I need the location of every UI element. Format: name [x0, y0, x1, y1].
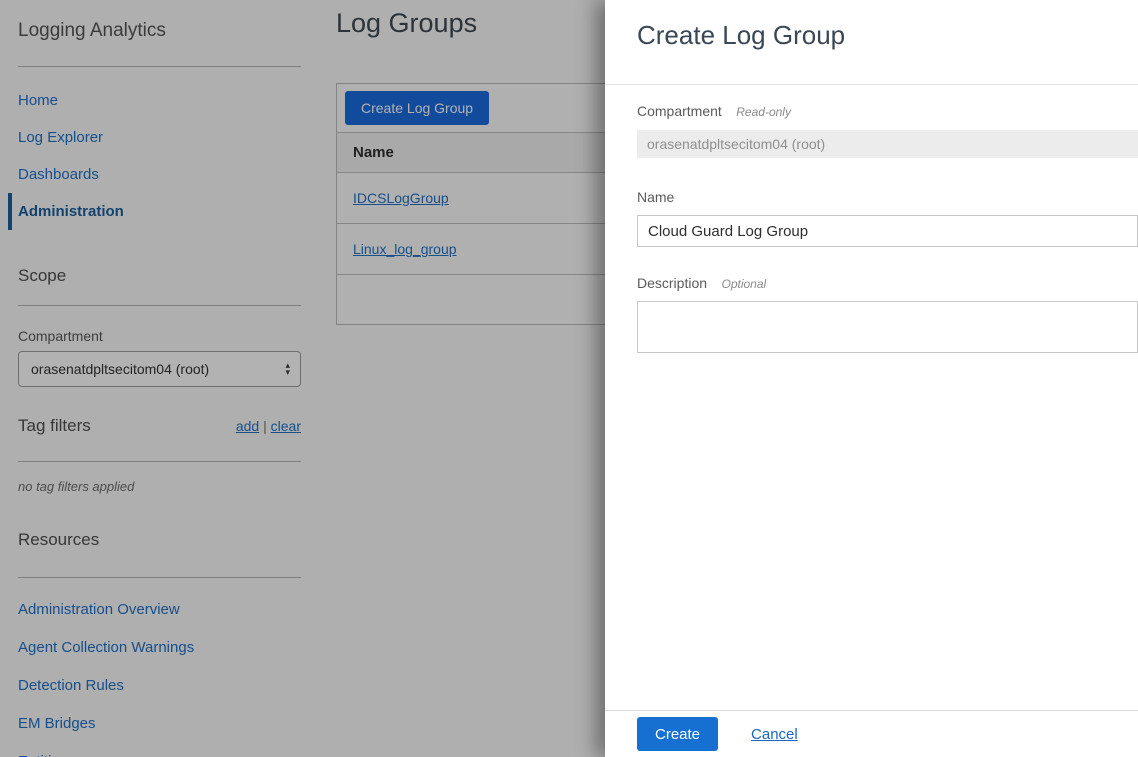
compartment-select-value: orasenatdpltsecitom04 (root) — [31, 361, 285, 377]
name-input[interactable] — [637, 215, 1138, 247]
cancel-link[interactable]: Cancel — [751, 726, 798, 743]
panel-title: Create Log Group — [637, 20, 845, 51]
sidebar-item-administration[interactable]: Administration — [8, 193, 308, 230]
create-log-group-panel: Create Log Group Compartment Read-only o… — [605, 0, 1138, 757]
divider — [18, 305, 301, 306]
compartment-label: Compartment — [18, 328, 103, 344]
resource-link-entities[interactable]: Entities — [18, 743, 194, 757]
resource-link-em-bridges[interactable]: EM Bridges — [18, 705, 194, 743]
sidebar: Logging Analytics Home Log Explorer Dash… — [0, 0, 320, 757]
resources-list: Administration Overview Agent Collection… — [18, 591, 194, 757]
tag-filters-empty-text: no tag filters applied — [18, 479, 134, 494]
tag-filters-clear-link[interactable]: clear — [271, 418, 301, 434]
name-field-label: Name — [637, 189, 674, 205]
log-group-link-idcs[interactable]: IDCSLogGroup — [353, 190, 449, 206]
create-button[interactable]: Create — [637, 717, 718, 751]
tag-filters-add-link[interactable]: add — [236, 418, 259, 434]
resource-link-agent-collection-warnings[interactable]: Agent Collection Warnings — [18, 629, 194, 667]
sidebar-item-log-explorer[interactable]: Log Explorer — [8, 119, 308, 156]
sidebar-item-home[interactable]: Home — [8, 82, 308, 119]
page-title: Log Groups — [336, 8, 477, 39]
compartment-select[interactable]: orasenatdpltsecitom04 (root) ▴▾ — [18, 351, 301, 387]
create-log-group-button[interactable]: Create Log Group — [345, 91, 489, 125]
log-group-link-linux[interactable]: Linux_log_group — [353, 241, 457, 257]
compartment-readonly-hint: Read-only — [736, 105, 791, 119]
tag-filters-row: Tag filters add | clear — [18, 416, 301, 436]
divider — [605, 84, 1138, 85]
compartment-readonly-value: orasenatdpltsecitom04 (root) — [637, 130, 1138, 158]
divider — [18, 66, 301, 67]
updown-chevron-icon: ▴▾ — [285, 362, 290, 376]
description-optional-hint: Optional — [721, 277, 766, 291]
sidebar-title: Logging Analytics — [18, 20, 166, 42]
tag-filters-separator: | — [263, 418, 267, 434]
divider — [18, 461, 301, 462]
description-textarea[interactable] — [637, 301, 1138, 353]
compartment-field-label: Compartment — [637, 103, 722, 119]
panel-footer: Create Cancel — [605, 710, 1138, 757]
scope-heading: Scope — [18, 266, 66, 286]
description-field-label: Description — [637, 275, 707, 291]
resource-link-administration-overview[interactable]: Administration Overview — [18, 591, 194, 629]
create-log-group-form: Compartment Read-only orasenatdpltsecito… — [637, 103, 1138, 358]
tag-filters-heading: Tag filters — [18, 416, 91, 436]
sidebar-nav: Home Log Explorer Dashboards Administrat… — [8, 82, 308, 230]
divider — [18, 577, 301, 578]
resources-heading: Resources — [18, 530, 99, 550]
resource-link-detection-rules[interactable]: Detection Rules — [18, 667, 194, 705]
sidebar-item-dashboards[interactable]: Dashboards — [8, 156, 308, 193]
